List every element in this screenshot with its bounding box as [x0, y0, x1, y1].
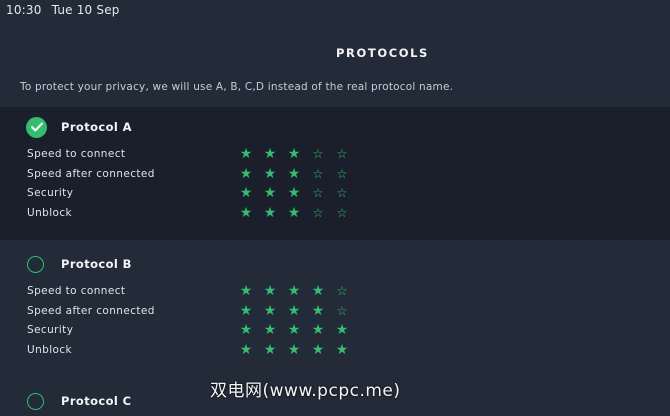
metric-label: Speed to connect	[27, 148, 126, 160]
star-filled-icon: ★	[335, 341, 349, 358]
protocol-c-header[interactable]: Protocol C	[27, 390, 132, 412]
star-filled-icon: ★	[311, 283, 325, 299]
metric-row: Security ★ ★ ★ ☆ ☆	[27, 184, 427, 204]
metric-row: Speed to connect ★ ★ ★ ★ ☆	[27, 282, 427, 302]
star-filled-icon: ★	[239, 185, 253, 201]
star-filled-icon: ★	[287, 185, 301, 201]
star-filled-icon: ★	[287, 302, 301, 319]
star-outline-icon: ☆	[312, 165, 324, 181]
star-filled-icon: ★	[263, 283, 277, 299]
radio-circle-icon[interactable]	[27, 392, 44, 410]
star-rating: ★ ★ ★ ☆ ☆	[234, 145, 354, 163]
star-filled-icon: ★	[287, 322, 301, 338]
protocol-a-row[interactable]: Protocol A Speed to connect ★ ★ ★ ☆ ☆ Speed …	[0, 107, 670, 240]
status-date: Tue 10 Sep	[51, 3, 120, 17]
metric-label: Unblock	[27, 206, 72, 219]
star-filled-icon: ★	[239, 341, 253, 358]
star-rating: ★ ★ ★ ☆ ☆	[234, 165, 354, 183]
star-filled-icon: ★	[287, 165, 301, 182]
metric-label: Security	[27, 187, 74, 199]
star-rating: ★ ★ ★ ★ ☆	[234, 302, 354, 320]
protocols-screen: 10:30 Tue 10 Sep PROTOCOLS To protect yo…	[0, 0, 670, 416]
star-filled-icon: ★	[263, 341, 277, 358]
star-filled-icon: ★	[263, 165, 277, 182]
star-rating: ★ ★ ★ ★ ☆	[234, 282, 354, 300]
metric-row: Speed to connect ★ ★ ★ ☆ ☆	[27, 145, 427, 165]
protocol-b-header[interactable]: Protocol B	[27, 253, 132, 275]
star-outline-icon: ☆	[336, 283, 348, 298]
star-outline-icon: ☆	[336, 204, 348, 220]
star-filled-icon: ★	[263, 302, 277, 319]
star-outline-icon: ☆	[312, 185, 324, 200]
star-filled-icon: ★	[239, 283, 253, 299]
star-outline-icon: ☆	[336, 302, 348, 318]
star-outline-icon: ☆	[336, 146, 348, 161]
metric-row: Speed after connected ★ ★ ★ ★ ☆	[27, 302, 427, 322]
metric-label: Security	[27, 324, 74, 336]
status-bar: 10:30 Tue 10 Sep	[6, 3, 126, 17]
privacy-note: To protect your privacy, we will use A, …	[20, 81, 454, 93]
star-filled-icon: ★	[263, 322, 277, 338]
protocol-c-name: Protocol C	[61, 394, 132, 408]
checkmark-circle-icon[interactable]	[26, 116, 47, 138]
watermark: 双电网(www.pcpc.me)	[210, 381, 401, 401]
metric-label: Unblock	[27, 343, 72, 356]
star-rating: ★ ★ ★ ☆ ☆	[234, 184, 354, 202]
star-filled-icon: ★	[239, 165, 253, 182]
protocol-b-row[interactable]: Protocol B Speed to connect ★ ★ ★ ★ ☆ Speed …	[0, 244, 670, 377]
star-outline-icon: ☆	[336, 165, 348, 181]
radio-circle-icon[interactable]	[27, 255, 44, 273]
metric-label: Speed after connected	[27, 304, 155, 317]
star-filled-icon: ★	[239, 302, 253, 319]
star-filled-icon: ★	[311, 322, 325, 338]
star-filled-icon: ★	[287, 146, 301, 162]
metric-row: Security ★ ★ ★ ★ ★	[27, 321, 427, 341]
star-filled-icon: ★	[311, 341, 325, 358]
metric-row: Speed after connected ★ ★ ★ ☆ ☆	[27, 165, 427, 185]
star-filled-icon: ★	[263, 204, 277, 221]
star-filled-icon: ★	[335, 322, 349, 338]
status-time: 10:30	[6, 3, 42, 17]
metric-label: Speed after connected	[27, 167, 155, 180]
protocol-b-name: Protocol B	[61, 257, 132, 271]
star-filled-icon: ★	[239, 204, 253, 221]
star-filled-icon: ★	[239, 322, 253, 338]
star-filled-icon: ★	[287, 283, 301, 299]
star-filled-icon: ★	[311, 302, 325, 319]
star-outline-icon: ☆	[312, 146, 324, 161]
star-filled-icon: ★	[263, 185, 277, 201]
star-filled-icon: ★	[263, 146, 277, 162]
star-rating: ★ ★ ★ ★ ★	[234, 321, 354, 339]
metric-row: Unblock ★ ★ ★ ★ ★	[27, 341, 427, 361]
star-filled-icon: ★	[239, 146, 253, 162]
page-title: PROTOCOLS	[336, 46, 429, 60]
metric-label: Speed to connect	[27, 285, 126, 297]
star-filled-icon: ★	[287, 341, 301, 358]
metric-row: Unblock ★ ★ ★ ☆ ☆	[27, 204, 427, 224]
star-outline-icon: ☆	[312, 204, 324, 220]
star-rating: ★ ★ ★ ☆ ☆	[234, 204, 354, 222]
star-filled-icon: ★	[287, 204, 301, 221]
protocol-a-name: Protocol A	[61, 120, 132, 134]
star-outline-icon: ☆	[336, 185, 348, 200]
star-rating: ★ ★ ★ ★ ★	[234, 341, 354, 359]
protocol-a-header[interactable]: Protocol A	[26, 116, 132, 138]
